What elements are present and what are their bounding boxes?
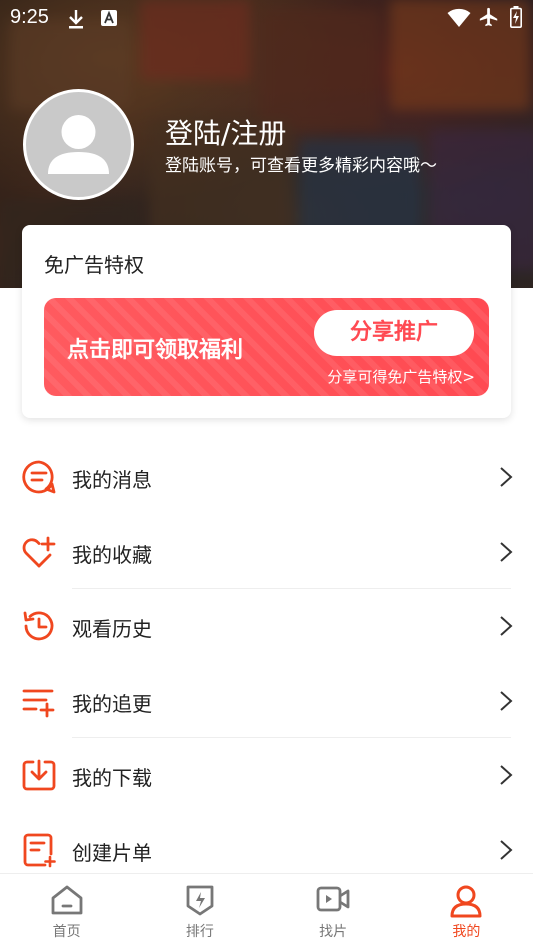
menu-item-history[interactable]: 观看历史 [0, 589, 533, 664]
menu-item-label: 我的消息 [72, 468, 152, 492]
chevron-right-icon [500, 765, 513, 785]
bottom-tab-bar: 首页 排行 找片 我的 [0, 873, 533, 947]
chevron-right-icon [500, 690, 513, 711]
tab-mine[interactable]: 我的 [400, 874, 533, 947]
airplane-mode-icon [479, 7, 498, 27]
heart-plus-icon [22, 536, 56, 567]
message-icon [22, 460, 56, 494]
chevron-right-icon [500, 839, 513, 860]
menu-item-following[interactable]: 我的追更 [0, 664, 533, 738]
profile-menu-list: 我的消息 我的收藏 观看历史 我的追更 我的下载 创建片单 [0, 440, 533, 887]
menu-item-messages[interactable]: 我的消息 [0, 440, 533, 515]
wifi-icon [447, 8, 471, 27]
chevron-right-icon [500, 616, 513, 636]
status-time: 9:25 [10, 6, 49, 28]
login-register-link[interactable]: 登陆/注册 [165, 112, 286, 152]
menu-item-favorites[interactable]: 我的收藏 [0, 515, 533, 589]
menu-item-label: 我的收藏 [72, 542, 152, 567]
list-add-icon [22, 689, 55, 717]
tab-ranking[interactable]: 排行 [133, 874, 266, 947]
tab-label: 我的 [452, 924, 481, 940]
menu-item-label: 观看历史 [72, 617, 152, 641]
download-notification-icon [69, 10, 83, 29]
user-icon [450, 885, 482, 918]
login-hint-text: 登陆账号，可查看更多精彩内容哦～ [165, 156, 437, 176]
benefit-banner[interactable]: 点击即可领取福利 分享推广 分享可得免广告特权> [44, 298, 489, 396]
share-promote-button[interactable]: 分享推广 [314, 310, 474, 356]
home-icon [51, 885, 83, 915]
menu-item-label: 创建片单 [72, 840, 152, 865]
battery-icon [510, 6, 522, 28]
tab-label: 找片 [319, 924, 348, 940]
share-hint-link[interactable]: 分享可得免广告特权> [327, 366, 475, 387]
avatar[interactable] [23, 89, 134, 200]
ranking-icon [186, 885, 214, 916]
app-notification-icon [101, 10, 117, 26]
tab-label: 首页 [52, 924, 81, 940]
banner-text: 点击即可领取福利 [67, 338, 244, 363]
history-icon [23, 611, 54, 641]
create-list-icon [23, 833, 56, 867]
video-icon [316, 886, 350, 912]
menu-item-label: 我的下载 [72, 766, 152, 790]
chevron-right-icon [500, 541, 513, 562]
tab-find-videos[interactable]: 找片 [267, 874, 400, 947]
menu-item-label: 我的追更 [72, 691, 152, 716]
download-icon [22, 759, 56, 791]
card-title: 免广告特权 [44, 253, 144, 277]
menu-item-downloads[interactable]: 我的下载 [0, 738, 533, 813]
tab-label: 排行 [185, 924, 214, 940]
default-avatar-icon [48, 115, 109, 174]
status-bar: 9:25 [0, 0, 533, 36]
ad-free-privilege-card: 免广告特权 点击即可领取福利 分享推广 分享可得免广告特权> [22, 225, 511, 418]
tab-home[interactable]: 首页 [0, 874, 133, 947]
chevron-right-icon [500, 467, 513, 487]
